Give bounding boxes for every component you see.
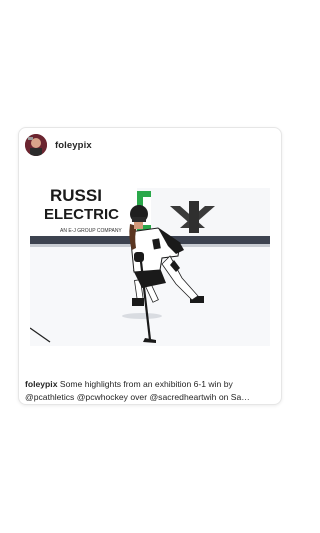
- caption-line-2: @pcathletics @pcwhockey over @sacredhear…: [25, 391, 250, 402]
- post-header: foleypix: [25, 134, 92, 156]
- post-caption: foleypix Some highlights from an exhibit…: [25, 378, 277, 403]
- board-text-top: RUSSI: [50, 188, 102, 205]
- post-image[interactable]: RUSSI ELECTRIC AN E-J GROUP COMPANY: [30, 188, 270, 346]
- instagram-embed-card: foleypix RUSSI ELECTRIC AN E-J GROUP COM…: [18, 127, 282, 405]
- caption-text-1: Some highlights from an exhibition 6-1 w…: [59, 379, 233, 389]
- caption-username[interactable]: foleypix: [25, 379, 57, 389]
- multiple-images-icon: [258, 168, 272, 182]
- avatar[interactable]: [25, 134, 47, 156]
- post-username[interactable]: foleypix: [55, 140, 92, 151]
- caption-line-1: foleypix Some highlights from an exhibit…: [25, 378, 277, 391]
- board-text-sub: AN E-J GROUP COMPANY: [60, 228, 122, 234]
- board-text-main: ELECTRIC: [44, 206, 119, 223]
